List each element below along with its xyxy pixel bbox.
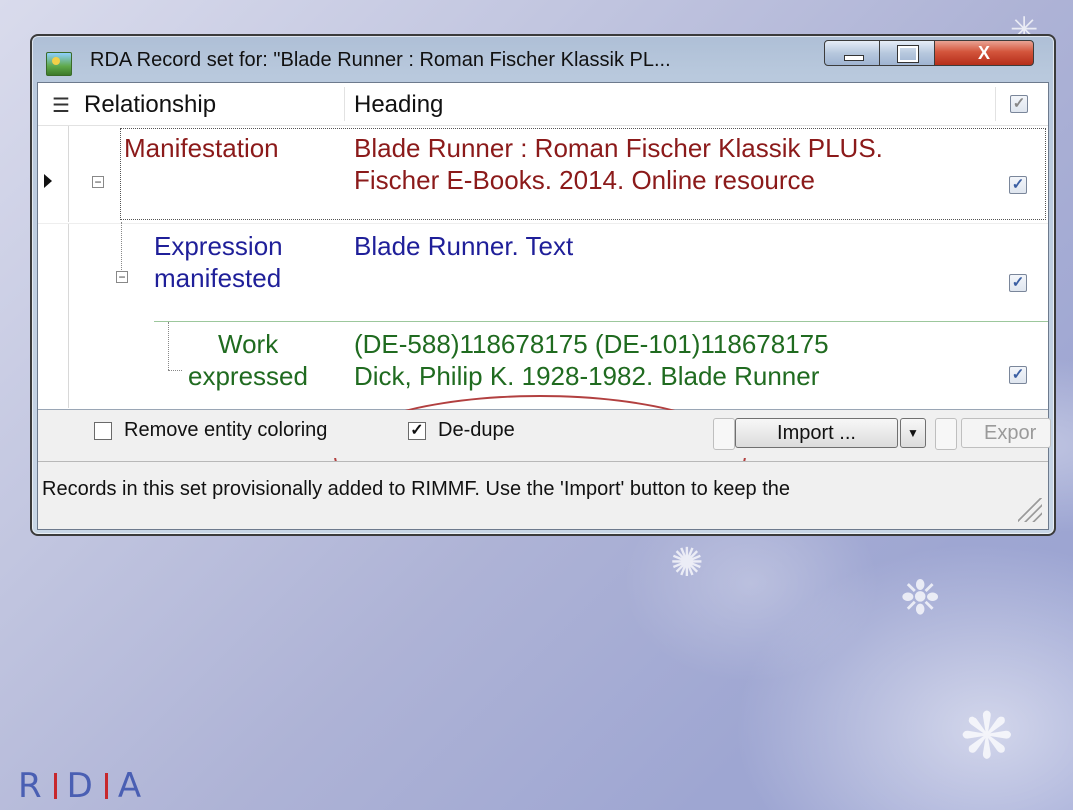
relationship-cell: Expression manifested: [154, 230, 283, 294]
frost-decoration: ✺: [670, 540, 704, 586]
disabled-button: [935, 418, 957, 450]
row-selector[interactable]: [38, 322, 69, 408]
record-grid: ☰ Relationship Heading ✓ − Manifestation…: [38, 83, 1048, 410]
remove-entity-coloring-label[interactable]: Remove entity coloring: [124, 419, 327, 442]
tree-line: [168, 370, 182, 372]
relationship-cell: Manifestation: [124, 133, 279, 163]
heading-cell: Blade Runner : Roman Fischer Klassik PLU…: [354, 132, 883, 196]
rda-record-set-window: RDA Record set for: "Blade Runner : Roma…: [30, 34, 1056, 536]
heading-line: Blade Runner. Text: [354, 231, 574, 261]
column-divider[interactable]: [995, 87, 996, 121]
row-checkbox[interactable]: ✓: [1009, 176, 1027, 194]
heading-cell: Blade Runner. Text: [354, 230, 573, 262]
app-icon[interactable]: [46, 52, 72, 76]
heading-line: Blade Runner : Roman Fischer Klassik PLU…: [354, 133, 883, 163]
heading-line: Fischer E-Books. 2014. Online resource: [354, 165, 815, 195]
frost-decoration: ❉: [900, 570, 941, 626]
logo-separator: [104, 773, 108, 799]
maximize-icon: [897, 45, 919, 63]
collapse-toggle-icon[interactable]: −: [116, 271, 128, 283]
options-bar: Remove entity coloring ✓ De-dupe Import …: [38, 410, 1051, 458]
column-chooser-icon[interactable]: ☰: [52, 93, 70, 118]
current-row-arrow-icon: [44, 174, 52, 188]
status-bar: Records in this set provisionally added …: [38, 461, 1048, 528]
disabled-button: [713, 418, 735, 450]
grid-header: ☰ Relationship Heading ✓: [38, 83, 1048, 126]
dedupe-checkbox[interactable]: ✓: [408, 422, 426, 440]
heading-line: (DE-588)118678175 (DE-101)118678175: [354, 329, 829, 359]
logo-letter: D: [66, 766, 95, 806]
table-row-manifestation[interactable]: − Manifestation Blade Runner : Roman Fis…: [38, 126, 1048, 222]
relationship-cell: Work expressed: [188, 328, 308, 392]
row-selector[interactable]: [38, 224, 69, 322]
minimize-icon: [844, 55, 864, 61]
heading-cell: (DE-588)118678175 (DE-101)118678175 Dick…: [354, 328, 829, 392]
logo-letter: A: [117, 766, 144, 806]
relationship-line: Expression: [154, 231, 283, 261]
maximize-button[interactable]: [879, 40, 935, 66]
column-divider[interactable]: [344, 87, 345, 121]
remove-entity-coloring-checkbox[interactable]: [94, 422, 112, 440]
window-client-area: ☰ Relationship Heading ✓ − Manifestation…: [37, 82, 1051, 530]
tree-line: [168, 322, 170, 370]
tree-line: [121, 222, 123, 270]
column-header-heading[interactable]: Heading: [354, 91, 443, 119]
frost-decoration: ❋: [960, 700, 1014, 774]
row-checkbox[interactable]: ✓: [1009, 366, 1027, 384]
row-selector[interactable]: [38, 126, 69, 222]
close-button[interactable]: X: [934, 40, 1034, 66]
title-bar[interactable]: RDA Record set for: "Blade Runner : Roma…: [32, 36, 1054, 86]
rda-logo: R D A: [18, 766, 143, 806]
dedupe-label[interactable]: De-dupe: [438, 419, 515, 442]
row-checkbox[interactable]: ✓: [1009, 274, 1027, 292]
relationship-line: Work: [218, 329, 279, 359]
table-row-expression[interactable]: − Expression manifested Blade Runner. Te…: [38, 222, 1048, 322]
resize-grip-icon[interactable]: [1018, 498, 1042, 522]
collapse-toggle-icon[interactable]: −: [92, 176, 104, 188]
status-text: Records in this set provisionally added …: [42, 478, 790, 500]
minimize-button[interactable]: [824, 40, 880, 66]
relationship-line: manifested: [154, 263, 282, 293]
relationship-line: expressed: [188, 361, 308, 391]
logo-separator: [53, 773, 57, 799]
select-all-checkbox[interactable]: ✓: [1010, 95, 1028, 113]
heading-line: Dick, Philip K. 1928-1982. Blade Runner: [354, 361, 820, 391]
column-header-relationship[interactable]: Relationship: [84, 91, 216, 119]
window-title: RDA Record set for: "Blade Runner : Roma…: [90, 49, 671, 71]
import-button[interactable]: Import ...: [735, 418, 898, 448]
logo-letter: R: [18, 766, 44, 806]
export-button: Expor: [961, 418, 1051, 448]
table-row-work[interactable]: Work expressed (DE-588)118678175 (DE-101…: [38, 322, 1048, 408]
import-dropdown-button[interactable]: ▼: [900, 418, 926, 448]
